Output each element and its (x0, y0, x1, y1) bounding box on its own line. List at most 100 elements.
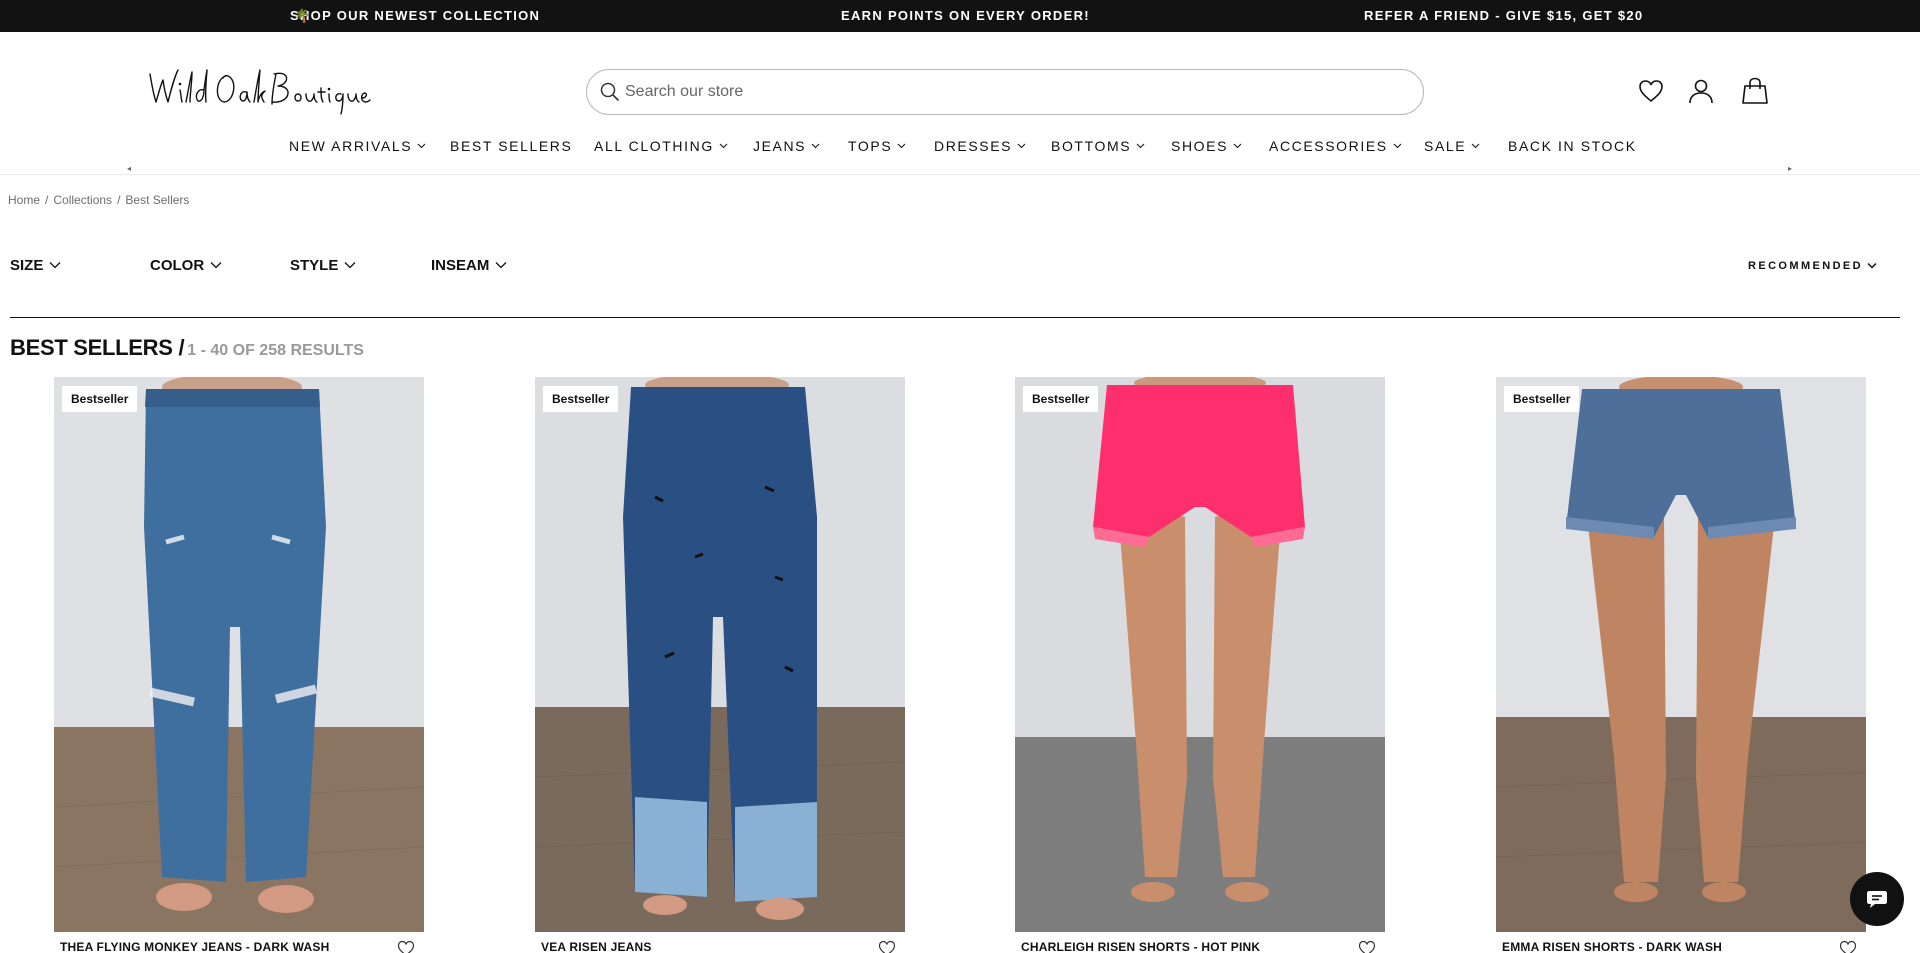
sort-label: RECOMMENDED (1748, 260, 1864, 272)
breadcrumb-separator: / (117, 193, 121, 207)
product-card[interactable]: Bestseller THEA FLYING MONKEY JEANS - DA… (54, 377, 424, 953)
chevron-down-icon (719, 143, 728, 149)
chat-launcher-button[interactable] (1850, 872, 1904, 926)
filter-size[interactable]: SIZE (10, 256, 61, 276)
search-input[interactable] (625, 70, 1405, 114)
nav-label: SHOES (1171, 138, 1229, 154)
nav-label: ACCESSORIES (1269, 138, 1388, 154)
shopping-bag-icon (1742, 77, 1768, 104)
chevron-down-icon (897, 143, 906, 149)
filter-style[interactable]: STYLE (290, 256, 356, 276)
nav-item-new-arrivals[interactable]: NEW ARRIVALS (289, 132, 426, 160)
account-button[interactable] (1686, 76, 1716, 106)
filter-color[interactable]: COLOR (150, 256, 222, 276)
chevron-down-icon (1136, 143, 1145, 149)
bestseller-badge: Bestseller (1504, 386, 1580, 412)
chevron-down-icon (1233, 143, 1242, 149)
breadcrumb-current: Best Sellers (125, 193, 190, 207)
chevron-down-icon (1867, 262, 1877, 269)
announcement-bar: SHOP OUR NEWEST COLLECTION 🌴 EARN POINTS … (0, 0, 1920, 32)
nav-item-jeans[interactable]: JEANS (753, 132, 820, 160)
chevron-down-icon (49, 262, 61, 269)
bestseller-badge: Bestseller (1023, 386, 1099, 412)
results-count: 1 - 40 OF 258 RESULTS (187, 342, 364, 359)
product-image[interactable]: Bestseller (535, 377, 905, 932)
search-bar[interactable] (586, 69, 1424, 115)
account-icon (1689, 79, 1713, 104)
product-card[interactable]: Bestseller EMMA RISEN SHORTS - DARK WASH (1496, 377, 1866, 953)
search-icon[interactable] (599, 81, 621, 103)
filter-label: COLOR (150, 257, 205, 274)
breadcrumb-home[interactable]: Home (8, 193, 40, 207)
bestseller-badge: Bestseller (62, 386, 138, 412)
palm-tree-icon: 🌴 (294, 8, 312, 23)
flared-jeans-photo (54, 377, 424, 932)
nav-item-tops[interactable]: TOPS (848, 132, 906, 160)
wild-oak-boutique-logo (149, 69, 371, 115)
heart-icon[interactable] (1839, 940, 1857, 953)
nav-label: BACK IN STOCK (1508, 138, 1637, 154)
filter-divider (10, 317, 1900, 318)
product-name[interactable]: THEA FLYING MONKEY JEANS - DARK WASH (60, 940, 329, 953)
filter-label: SIZE (10, 257, 44, 274)
filter-label: STYLE (290, 257, 339, 274)
pink-shorts-photo (1015, 377, 1385, 932)
product-image[interactable]: Bestseller (1015, 377, 1385, 932)
chevron-down-icon (417, 143, 426, 149)
product-name[interactable]: EMMA RISEN SHORTS - DARK WASH (1502, 940, 1722, 953)
nav-scroll-right-icon[interactable]: ▸ (1788, 164, 1792, 173)
heart-icon (1639, 80, 1663, 102)
nav-label: ALL CLOTHING (594, 138, 714, 154)
nav-label: BEST SELLERS (450, 138, 573, 154)
bestseller-badge: Bestseller (543, 386, 619, 412)
nav-label: TOPS (848, 138, 893, 154)
breadcrumb: Home / Collections / Best Sellers (8, 193, 189, 207)
cart-button[interactable] (1740, 76, 1770, 106)
collection-heading: BEST SELLERS /1 - 40 OF 258 RESULTS (10, 335, 364, 361)
nav-label: JEANS (753, 138, 807, 154)
sort-dropdown[interactable]: RECOMMENDED (1748, 256, 1877, 276)
announcement-earn-points[interactable]: EARN POINTS ON EVERY ORDER! (841, 0, 1090, 32)
nav-item-accessories[interactable]: ACCESSORIES (1269, 132, 1402, 160)
heart-icon[interactable] (878, 940, 896, 953)
header-divider (0, 174, 1920, 175)
nav-item-sale[interactable]: SALE (1424, 132, 1480, 160)
product-card[interactable]: Bestseller CHARLEIGH RISEN SHORTS - HOT … (1015, 377, 1385, 953)
breadcrumb-collections[interactable]: Collections (53, 193, 112, 207)
heart-icon[interactable] (397, 940, 415, 953)
product-image[interactable]: Bestseller (54, 377, 424, 932)
nav-label: BOTTOMS (1051, 138, 1132, 154)
collection-title: BEST SELLERS / (10, 335, 185, 360)
wishlist-button[interactable] (1636, 76, 1666, 106)
nav-label: NEW ARRIVALS (289, 138, 413, 154)
product-name[interactable]: VEA RISEN JEANS (541, 940, 652, 953)
product-image[interactable]: Bestseller (1496, 377, 1866, 932)
nav-item-bottoms[interactable]: BOTTOMS (1051, 132, 1145, 160)
announcement-text: SHOP OUR NEWEST COLLECTION (290, 8, 541, 23)
announcement-refer-friend[interactable]: REFER A FRIEND - GIVE $15, GET $20 (1364, 0, 1643, 32)
nav-label: DRESSES (934, 138, 1013, 154)
nav-item-dresses[interactable]: DRESSES (934, 132, 1026, 160)
chevron-down-icon (210, 262, 222, 269)
product-name[interactable]: CHARLEIGH RISEN SHORTS - HOT PINK (1021, 940, 1260, 953)
chevron-down-icon (811, 143, 820, 149)
store-logo[interactable] (148, 66, 372, 116)
product-card[interactable]: Bestseller VEA RISEN JEANS (535, 377, 905, 953)
main-navigation: NEW ARRIVALS BEST SELLERS ALL CLOTHING J… (0, 132, 1920, 160)
nav-label: SALE (1424, 138, 1467, 154)
filter-label: INSEAM (431, 257, 490, 274)
breadcrumb-separator: / (45, 193, 49, 207)
nav-item-all-clothing[interactable]: ALL CLOTHING (594, 132, 728, 160)
chevron-down-icon (1471, 143, 1480, 149)
chat-bubble-icon (1867, 891, 1887, 908)
nav-item-best-sellers[interactable]: BEST SELLERS (450, 132, 572, 160)
nav-item-back-in-stock[interactable]: BACK IN STOCK (1508, 132, 1637, 160)
nav-item-shoes[interactable]: SHOES (1171, 132, 1242, 160)
filter-inseam[interactable]: INSEAM (431, 256, 507, 276)
chevron-down-icon (1017, 143, 1026, 149)
heart-icon[interactable] (1358, 940, 1376, 953)
nav-scroll-left-icon[interactable]: ◂ (127, 164, 131, 173)
chevron-down-icon (495, 262, 507, 269)
denim-shorts-photo (1496, 377, 1866, 932)
wide-leg-jeans-photo (535, 377, 905, 932)
